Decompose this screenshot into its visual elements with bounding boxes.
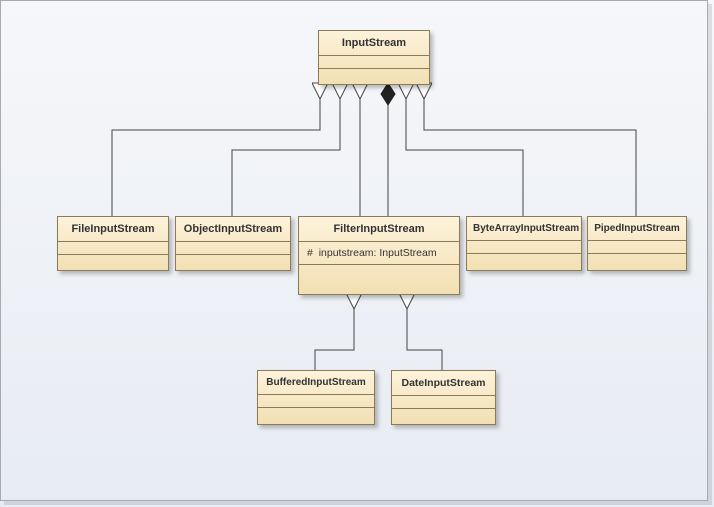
class-fileinputstream[interactable]: FileInputStream (57, 216, 169, 271)
class-title: PipedInputStream (588, 217, 686, 240)
class-pipedinputstream[interactable]: PipedInputStream (587, 216, 687, 271)
class-inputstream[interactable]: InputStream (318, 30, 430, 85)
class-bytearrayinputstream[interactable]: ByteArrayInputStream (466, 216, 582, 271)
class-title: BufferedInputStream (258, 371, 374, 394)
attr-text: inputstream: InputStream (319, 247, 437, 259)
visibility: # (307, 247, 313, 259)
class-title: ByteArrayInputStream (467, 217, 581, 240)
class-dateinputstream[interactable]: DateInputStream (391, 370, 496, 425)
class-title: FilterInputStream (299, 217, 459, 241)
class-objectinputstream[interactable]: ObjectInputStream (175, 216, 291, 271)
class-title: InputStream (319, 31, 429, 55)
class-title: ObjectInputStream (176, 217, 290, 241)
class-filterinputstream[interactable]: FilterInputStream # inputstream: InputSt… (298, 216, 460, 295)
class-bufferedinputstream[interactable]: BufferedInputStream (257, 370, 375, 425)
class-title: FileInputStream (58, 217, 168, 241)
class-title: DateInputStream (392, 371, 495, 395)
attribute-row: # inputstream: InputStream (299, 242, 459, 264)
